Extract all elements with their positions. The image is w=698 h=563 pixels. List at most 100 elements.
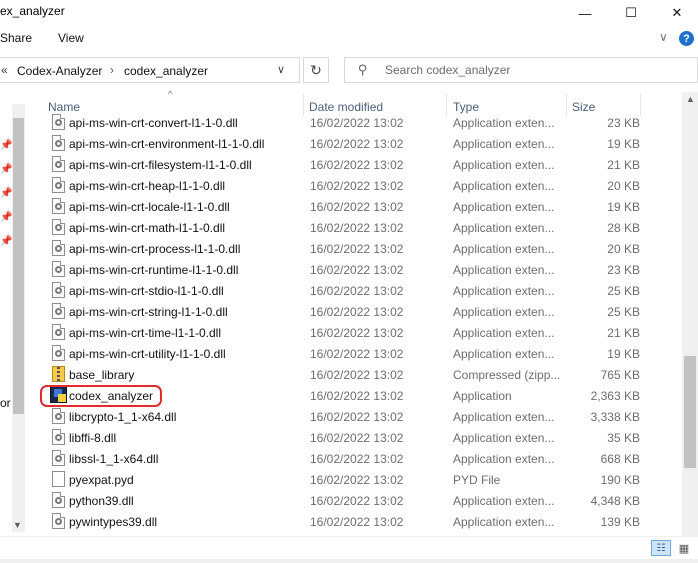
file-size: 20 KB: [607, 179, 640, 193]
scrollbar-thumb[interactable]: [684, 356, 696, 468]
gear-icon: [55, 245, 62, 252]
file-date-modified: 16/02/2022 13:02: [310, 494, 404, 508]
gear-icon: [55, 203, 62, 210]
file-name: api-ms-win-crt-locale-l1-1-0.dll: [69, 200, 230, 214]
address-bar[interactable]: « Codex-Analyzer › codex_analyzer ∨: [0, 57, 300, 83]
file-row[interactable]: libcrypto-1_1-x64.dll 16/02/2022 13:02 App…: [26, 406, 682, 427]
gear-icon: [55, 455, 62, 462]
file-type: Application exten...: [453, 347, 555, 361]
file-type: Application exten...: [453, 452, 555, 466]
details-view-button[interactable]: ☷: [651, 540, 671, 556]
dll-file-icon: [52, 114, 65, 130]
refresh-button[interactable]: ↻: [303, 57, 329, 83]
window-title: ex_analyzer: [0, 4, 65, 18]
scroll-up-icon[interactable]: ▲: [686, 94, 695, 104]
file-type: Application exten...: [453, 284, 555, 298]
file-row[interactable]: api-ms-win-crt-string-l1-1-0.dll 16/02/20…: [26, 301, 682, 322]
file-date-modified: 16/02/2022 13:02: [310, 368, 404, 382]
file-date-modified: 16/02/2022 13:02: [310, 347, 404, 361]
file-name: libssl-1_1-x64.dll: [69, 452, 159, 466]
file-row[interactable]: python39.dll 16/02/2022 13:02 Application …: [26, 490, 682, 511]
file-row[interactable]: api-ms-win-crt-environment-l1-1-0.dll 16/…: [26, 133, 682, 154]
file-date-modified: 16/02/2022 13:02: [310, 221, 404, 235]
file-size: 25 KB: [607, 284, 640, 298]
tab-share[interactable]: Share: [0, 31, 32, 45]
file-type: Application exten...: [453, 158, 555, 172]
nav-scroll-down-icon[interactable]: ▼: [13, 520, 22, 530]
file-row[interactable]: api-ms-win-crt-convert-l1-1-0.dll 16/02/2…: [26, 112, 682, 133]
file-row[interactable]: libffi-8.dll 16/02/2022 13:02 Application …: [26, 427, 682, 448]
dll-file-icon: [52, 303, 65, 319]
title-bar: ex_analyzer — ☐ ✕: [0, 0, 698, 26]
file-row[interactable]: api-ms-win-crt-filesystem-l1-1-0.dll 16/0…: [26, 154, 682, 175]
file-type: Application exten...: [453, 242, 555, 256]
file-name: api-ms-win-crt-runtime-l1-1-0.dll: [69, 263, 239, 277]
file-row[interactable]: pywintypes39.dll 16/02/2022 13:02 Applicat…: [26, 511, 682, 532]
file-size: 190 KB: [600, 473, 640, 487]
file-size: 19 KB: [607, 200, 640, 214]
file-type: Application exten...: [453, 221, 555, 235]
file-row[interactable]: api-ms-win-crt-stdio-l1-1-0.dll 16/02/202…: [26, 280, 682, 301]
file-type: Application exten...: [453, 263, 555, 277]
file-row[interactable]: api-ms-win-crt-time-l1-1-0.dll 16/02/2022…: [26, 322, 682, 343]
gear-icon: [55, 329, 62, 336]
search-icon: ⚲: [358, 62, 368, 77]
status-bar: ☷ ▦: [0, 536, 698, 563]
nav-scrollbar-thumb[interactable]: [13, 118, 24, 414]
file-list-scrollbar[interactable]: ▲: [682, 92, 698, 536]
close-button[interactable]: ✕: [654, 0, 698, 26]
breadcrumb-separator-icon[interactable]: ›: [110, 63, 114, 77]
file-row[interactable]: pyexpat.pyd 16/02/2022 13:02 PYD File 190 K…: [26, 469, 682, 490]
gear-icon: [55, 161, 62, 168]
dll-file-icon: [52, 156, 65, 172]
dll-file-icon: [52, 492, 65, 508]
file-size: 23 KB: [607, 263, 640, 277]
large-icons-view-button[interactable]: ▦: [674, 540, 694, 556]
dll-file-icon: [52, 513, 65, 529]
search-input[interactable]: ⚲ Search codex_analyzer: [344, 57, 698, 83]
file-row[interactable]: api-ms-win-crt-runtime-l1-1-0.dll 16/02/2…: [26, 259, 682, 280]
maximize-button[interactable]: ☐: [608, 0, 654, 26]
file-name: pyexpat.pyd: [69, 473, 134, 487]
address-row: « Codex-Analyzer › codex_analyzer ∨ ↻ ⚲ …: [0, 52, 698, 92]
breadcrumb-codex-analyzer[interactable]: Codex-Analyzer: [17, 64, 102, 78]
nav-item-clipped[interactable]: or: [0, 396, 11, 410]
sort-ascending-icon: ^: [168, 89, 173, 99]
file-date-modified: 16/02/2022 13:02: [310, 263, 404, 277]
file-size: 35 KB: [607, 431, 640, 445]
file-size: 28 KB: [607, 221, 640, 235]
file-date-modified: 16/02/2022 13:02: [310, 452, 404, 466]
file-size: 23 KB: [607, 116, 640, 130]
file-row[interactable]: base_library 16/02/2022 13:02 Compressed (…: [26, 364, 682, 385]
file-row[interactable]: api-ms-win-crt-math-l1-1-0.dll 16/02/2022…: [26, 217, 682, 238]
file-row[interactable]: api-ms-win-crt-utility-l1-1-0.dll 16/02/2…: [26, 343, 682, 364]
file-row[interactable]: api-ms-win-crt-locale-l1-1-0.dll 16/02/20…: [26, 196, 682, 217]
file-date-modified: 16/02/2022 13:02: [310, 179, 404, 193]
gear-icon: [55, 119, 62, 126]
file-row[interactable]: libssl-1_1-x64.dll 16/02/2022 13:02 Applic…: [26, 448, 682, 469]
ribbon-tabs: Share View ∨: [0, 26, 698, 52]
file-row[interactable]: codex_analyzer 16/02/2022 13:02 Applicatio…: [26, 385, 682, 407]
file-date-modified: 16/02/2022 13:02: [310, 200, 404, 214]
breadcrumb-overflow-icon[interactable]: «: [1, 63, 8, 77]
file-date-modified: 16/02/2022 13:02: [310, 515, 404, 529]
file-row[interactable]: api-ms-win-crt-heap-l1-1-0.dll 16/02/2022…: [26, 175, 682, 196]
minimize-button[interactable]: —: [562, 0, 608, 26]
dll-file-icon: [52, 198, 65, 214]
address-dropdown-icon[interactable]: ∨: [277, 63, 285, 76]
pin-icon: 📌: [0, 164, 13, 175]
ribbon-expand-icon[interactable]: ∨: [659, 30, 668, 44]
dll-file-icon: [52, 219, 65, 235]
file-size: 4,348 KB: [590, 494, 640, 508]
breadcrumb-codex-analyzer-folder[interactable]: codex_analyzer: [124, 64, 208, 78]
tab-view[interactable]: View: [58, 31, 84, 45]
file-size: 2,363 KB: [590, 389, 640, 403]
file-size: 20 KB: [607, 242, 640, 256]
file-size: 3,338 KB: [590, 410, 640, 424]
file-row[interactable]: api-ms-win-crt-process-l1-1-0.dll 16/02/2…: [26, 238, 682, 259]
help-icon[interactable]: ?: [679, 31, 694, 46]
pin-icon: 📌: [0, 212, 13, 223]
gear-icon: [55, 308, 62, 315]
dll-file-icon: [52, 345, 65, 361]
pin-icon: 📌: [0, 140, 13, 151]
